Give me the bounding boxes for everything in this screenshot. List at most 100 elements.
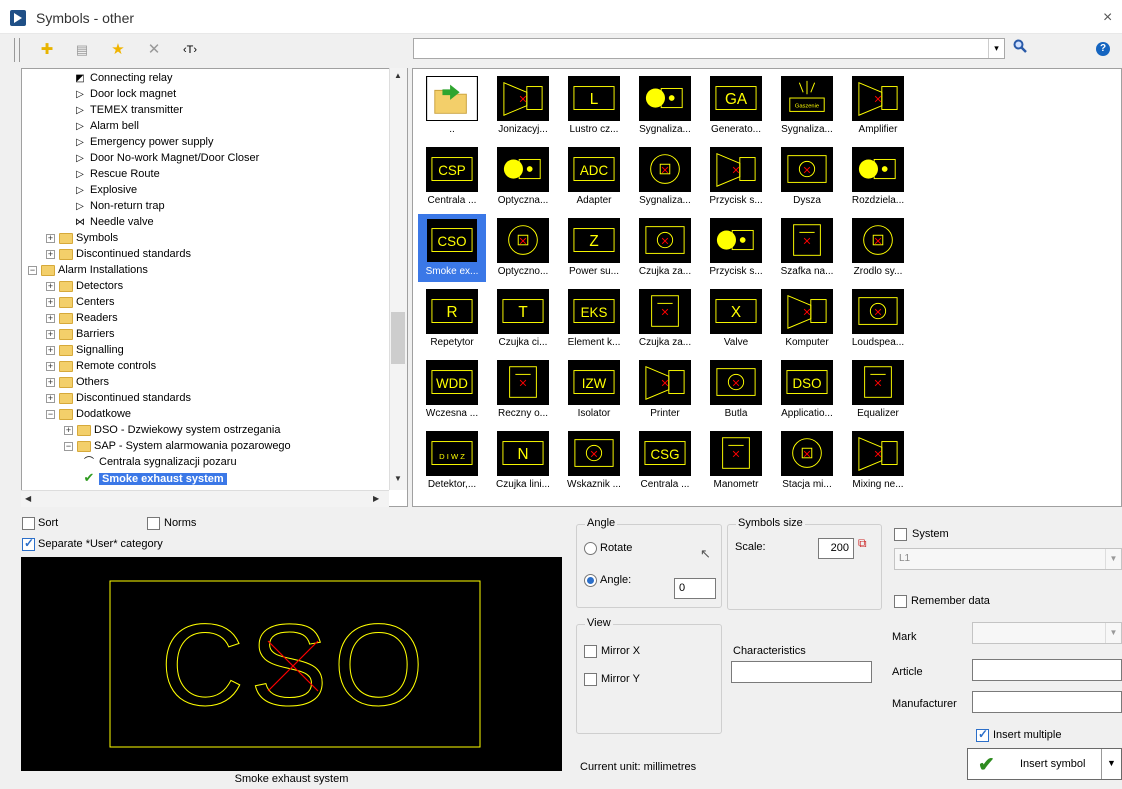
mirror-x-checkbox[interactable]: [584, 645, 597, 658]
symbol-tile[interactable]: ADC Adapter: [560, 143, 628, 211]
search-icon[interactable]: [1013, 39, 1027, 56]
symbol-tile[interactable]: Printer: [631, 356, 699, 424]
symbol-tile[interactable]: Butla: [702, 356, 770, 424]
characteristics-input[interactable]: [731, 661, 872, 683]
system-select[interactable]: L1 ▼: [894, 548, 1122, 570]
symbol-tile[interactable]: EKS Element k...: [560, 285, 628, 353]
system-checkbox[interactable]: [894, 528, 907, 541]
symbol-tile[interactable]: Manometr: [702, 427, 770, 495]
symbol-tile[interactable]: L Lustro cz...: [560, 72, 628, 140]
symbol-tile[interactable]: Gaszenie Sygnaliza...: [773, 72, 841, 140]
chevron-down-icon[interactable]: ▼: [1105, 549, 1121, 569]
collapse-icon[interactable]: −: [64, 441, 73, 451]
symbol-tile[interactable]: IZW Isolator: [560, 356, 628, 424]
symbol-tile[interactable]: Czujka za...: [631, 285, 699, 353]
expand-icon[interactable]: +: [46, 281, 55, 291]
tree-folder-item[interactable]: + Signalling: [46, 342, 124, 358]
remember-data-checkbox[interactable]: [894, 595, 907, 608]
tree-horizontal-scrollbar[interactable]: ◀ ▶: [21, 490, 389, 507]
angle-input[interactable]: 0: [674, 578, 716, 599]
tree-symbol-item[interactable]: ⋈ Needle valve: [73, 214, 154, 230]
symbol-tile[interactable]: Z Power su...: [560, 214, 628, 282]
tree-folder-item[interactable]: + Barriers: [46, 326, 115, 342]
pick-scale-icon[interactable]: ⧉: [858, 536, 867, 551]
insert-symbol-button[interactable]: ✔ Insert symbol ▼: [967, 748, 1122, 780]
sort-checkbox[interactable]: [22, 517, 35, 530]
symbol-tile[interactable]: Reczny o...: [489, 356, 557, 424]
expand-icon[interactable]: +: [46, 233, 55, 243]
angle-radio[interactable]: [584, 574, 597, 587]
symbol-tile[interactable]: D I W Z Detektor,...: [418, 427, 486, 495]
expand-icon[interactable]: +: [46, 329, 55, 339]
symbol-tile[interactable]: CSG Centrala ...: [631, 427, 699, 495]
close-button[interactable]: ×: [1103, 9, 1112, 27]
expand-icon[interactable]: +: [46, 377, 55, 387]
list-icon[interactable]: ▤: [72, 40, 92, 60]
tree-folder-item[interactable]: − Alarm Installations: [28, 262, 148, 278]
symbol-tile[interactable]: Equalizer: [844, 356, 912, 424]
norms-checkbox[interactable]: [147, 517, 160, 530]
insert-options-dropdown-icon[interactable]: ▼: [1107, 758, 1116, 768]
symbol-tile[interactable]: Zrodlo sy...: [844, 214, 912, 282]
mark-select[interactable]: ▼: [972, 622, 1122, 644]
symbol-tile[interactable]: Mixing ne...: [844, 427, 912, 495]
tree-scroll-thumb[interactable]: [391, 312, 405, 364]
expand-icon[interactable]: +: [46, 393, 55, 403]
tree-symbol-item[interactable]: ▷ Door No-work Magnet/Door Closer: [73, 150, 259, 166]
tree-folder-item[interactable]: + DSO - Dzwiekowy system ostrzegania: [64, 422, 280, 438]
article-input[interactable]: [972, 659, 1122, 681]
tree-symbol-item[interactable]: ▷ Explosive: [73, 182, 137, 198]
scroll-left-icon[interactable]: ◀: [25, 494, 31, 503]
symbol-tile[interactable]: Szafka na...: [773, 214, 841, 282]
collapse-icon[interactable]: −: [28, 265, 37, 275]
symbol-tile[interactable]: N Czujka lini...: [489, 427, 557, 495]
scale-input[interactable]: 200: [818, 538, 854, 559]
symbol-tile[interactable]: X Valve: [702, 285, 770, 353]
symbol-tile[interactable]: Optyczna...: [489, 143, 557, 211]
tree-folder-item[interactable]: + Remote controls: [46, 358, 156, 374]
expand-icon[interactable]: +: [46, 297, 55, 307]
tree-folder-item[interactable]: + Centers: [46, 294, 115, 310]
tree-symbol-item[interactable]: ▷ TEMEX transmitter: [73, 102, 183, 118]
symbol-tile[interactable]: Jonizacyj...: [489, 72, 557, 140]
chevron-down-icon[interactable]: ▼: [1105, 623, 1121, 643]
expand-icon[interactable]: +: [46, 361, 55, 371]
tree-symbol-item[interactable]: ◩ Connecting relay: [73, 70, 172, 86]
symbol-tile[interactable]: Rozdziela...: [844, 143, 912, 211]
scroll-right-icon[interactable]: ▶: [373, 494, 379, 503]
symbol-tile[interactable]: Optyczno...: [489, 214, 557, 282]
tree-symbol-item[interactable]: ⌒ Centrala sygnalizacji pozaru: [82, 454, 237, 470]
mirror-y-checkbox[interactable]: [584, 673, 597, 686]
symbol-tile[interactable]: Loudspea...: [844, 285, 912, 353]
pick-cursor-icon[interactable]: ↖: [700, 546, 711, 562]
symbol-tile[interactable]: Sygnaliza...: [631, 143, 699, 211]
symbol-tile[interactable]: Sygnaliza...: [631, 72, 699, 140]
manufacturer-input[interactable]: [972, 691, 1122, 713]
help-icon[interactable]: ?: [1096, 42, 1110, 56]
insert-multiple-checkbox[interactable]: [976, 727, 989, 742]
symbol-tile[interactable]: WDD Wczesna ...: [418, 356, 486, 424]
expand-icon[interactable]: +: [64, 425, 73, 435]
symbol-tile[interactable]: Stacja mi...: [773, 427, 841, 495]
tree-symbol-item[interactable]: ▷ Rescue Route: [73, 166, 160, 182]
expand-icon[interactable]: +: [46, 345, 55, 355]
symbol-tile[interactable]: Dysza: [773, 143, 841, 211]
tree-folder-item[interactable]: − SAP - System alarmowania pozarowego: [64, 438, 291, 454]
symbol-tile[interactable]: Wskaznik ...: [560, 427, 628, 495]
search-dropdown-icon[interactable]: ▾: [988, 39, 1004, 58]
symbol-tile[interactable]: DSO Applicatio...: [773, 356, 841, 424]
tree-folder-item[interactable]: − Dodatkowe: [46, 406, 131, 422]
favorite-star-icon[interactable]: ★: [108, 40, 128, 60]
tree-folder-item[interactable]: + Discontinued standards: [46, 390, 191, 406]
tree-symbol-item[interactable]: ▷ Alarm bell: [73, 118, 139, 134]
separate-user-category-checkbox[interactable]: [22, 536, 35, 551]
tree-folder-item[interactable]: + Others: [46, 374, 109, 390]
scroll-down-icon[interactable]: ▼: [394, 474, 402, 483]
scroll-up-icon[interactable]: ▲: [394, 71, 402, 80]
expand-icon[interactable]: +: [46, 313, 55, 323]
toolbar-grip[interactable]: [14, 38, 20, 62]
tree-folder-item[interactable]: + Detectors: [46, 278, 123, 294]
tree-folder-item[interactable]: + Discontinued standards: [46, 246, 191, 262]
symbol-tile[interactable]: CSP Centrala ...: [418, 143, 486, 211]
tree-folder-item[interactable]: + Symbols: [46, 230, 118, 246]
